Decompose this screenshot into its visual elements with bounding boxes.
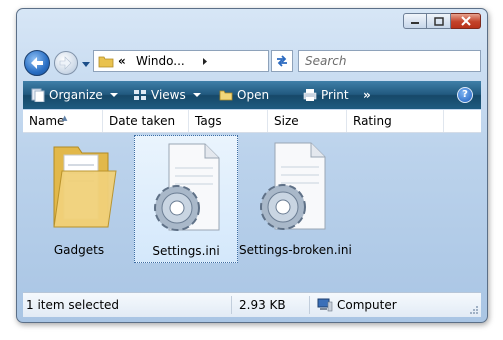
- open-button[interactable]: Open: [219, 81, 269, 109]
- file-item-settings-ini[interactable]: Settings.ini: [134, 135, 238, 263]
- views-dropdown-icon: [192, 93, 201, 97]
- minimize-icon: [411, 22, 419, 24]
- selection-count: 1 item selected: [26, 298, 120, 312]
- column-header-rating-label: Rating: [353, 114, 392, 128]
- computer-icon: [317, 298, 333, 312]
- more-commands-button[interactable]: »: [363, 81, 371, 109]
- column-header-size[interactable]: Size: [268, 110, 347, 132]
- sort-ascending-icon: ▲: [62, 114, 68, 122]
- resize-grip-icon[interactable]: [469, 305, 479, 315]
- close-button[interactable]: [451, 13, 481, 29]
- open-icon: [219, 90, 233, 101]
- file-name: Settings.ini: [152, 244, 220, 258]
- search-box[interactable]: Search: [298, 50, 481, 72]
- maximize-icon: [433, 16, 444, 26]
- minimize-button[interactable]: [403, 13, 427, 29]
- address-path[interactable]: Windo...: [136, 54, 185, 68]
- help-button[interactable]: ?: [457, 87, 473, 103]
- organize-icon: [31, 88, 45, 102]
- command-bar: Organize Views Open Print » ?: [23, 81, 481, 109]
- forward-arrow-icon: [59, 56, 72, 70]
- column-header-name[interactable]: ▲ Name: [23, 110, 103, 132]
- status-divider: [309, 296, 310, 314]
- column-headers: ▲ Name Date taken Tags Size Rating: [23, 110, 481, 133]
- maximize-button[interactable]: [427, 13, 451, 29]
- breadcrumb-arrow-icon[interactable]: [202, 57, 208, 66]
- status-divider: [231, 296, 232, 314]
- views-label: Views: [151, 88, 186, 102]
- file-item-gadgets[interactable]: Gadgets: [25, 135, 133, 263]
- back-arrow-icon: [31, 57, 43, 69]
- column-header-name-label: Name: [29, 114, 65, 128]
- refresh-icon: [277, 55, 287, 67]
- file-item-settings-broken-ini[interactable]: Settings-broken.ini: [239, 135, 352, 263]
- column-header-tags[interactable]: Tags: [189, 110, 268, 132]
- views-icon: [134, 90, 146, 100]
- recent-pages-dropdown-icon[interactable]: [81, 59, 91, 69]
- open-label: Open: [237, 88, 270, 102]
- status-bar: 1 item selected 2.93 KB Computer: [23, 292, 481, 317]
- search-input[interactable]: Search: [305, 54, 347, 68]
- file-name: Gadgets: [53, 243, 105, 257]
- print-button[interactable]: Print: [303, 81, 349, 109]
- column-header-tags-label: Tags: [195, 114, 222, 128]
- forward-button[interactable]: [54, 51, 78, 75]
- print-label: Print: [321, 88, 349, 102]
- organize-button[interactable]: Organize: [31, 81, 118, 109]
- views-button[interactable]: Views: [133, 81, 201, 109]
- location-label: Computer: [337, 298, 397, 312]
- folder-icon: [53, 146, 117, 228]
- explorer-window: « Windo... Search Organize Views Open Pr…: [16, 8, 488, 323]
- refresh-button[interactable]: [271, 50, 293, 72]
- address-bar[interactable]: « Windo...: [93, 50, 269, 72]
- back-button[interactable]: [24, 50, 50, 76]
- organize-dropdown-icon: [109, 93, 118, 97]
- column-header-date-taken-label: Date taken: [109, 114, 176, 128]
- column-header-date-taken[interactable]: Date taken: [103, 110, 189, 132]
- printer-icon: [303, 89, 317, 101]
- address-prefix[interactable]: «: [118, 54, 126, 68]
- close-icon: [460, 16, 471, 26]
- selection-size: 2.93 KB: [239, 298, 286, 312]
- column-header-rating[interactable]: Rating: [347, 110, 444, 132]
- settings-file-icon: [154, 143, 220, 231]
- column-header-size-label: Size: [274, 114, 299, 128]
- file-name: Settings-broken.ini: [239, 243, 352, 257]
- organize-label: Organize: [49, 88, 103, 102]
- settings-file-icon: [260, 142, 326, 230]
- folder-small-icon: [98, 56, 114, 68]
